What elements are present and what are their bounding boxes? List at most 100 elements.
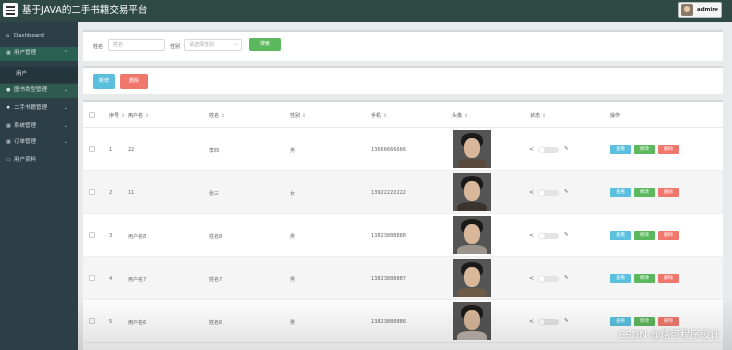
pencil-icon[interactable]: ✎ xyxy=(564,318,569,324)
view-button[interactable]: 查看 xyxy=(610,274,631,283)
status-controls: < ✎ xyxy=(529,232,569,240)
column-header-username[interactable]: 用户名 ⇕ xyxy=(128,112,149,119)
row-checkbox[interactable] xyxy=(89,275,95,281)
sidebar-item-dashboard[interactable]: ⌂ Dashboard xyxy=(0,30,78,44)
edit-button[interactable]: 修改 xyxy=(634,231,655,240)
table-row: 2 11 张三 女 13922222222 < ✎ 查看 修改 删除 xyxy=(83,171,723,214)
status-toggle[interactable] xyxy=(539,319,559,325)
delete-button[interactable]: 删除 xyxy=(658,188,679,197)
pencil-icon[interactable]: ✎ xyxy=(564,146,569,152)
cell-index: 1 xyxy=(109,147,113,153)
status-toggle[interactable] xyxy=(539,190,559,196)
username-label: admin xyxy=(697,7,717,13)
column-header-index[interactable]: 序号 ⇕ xyxy=(109,112,125,119)
share-icon[interactable]: < xyxy=(529,146,534,153)
cell-name: 姓名7 xyxy=(209,277,223,283)
sidebar-item-label: 订单管理 xyxy=(14,139,37,145)
cell-name: 姓名6 xyxy=(209,320,223,326)
cell-phone: 13823888887 xyxy=(371,276,406,282)
gear-icon: ✹ xyxy=(6,105,11,111)
cell-phone: 13922222222 xyxy=(371,190,406,196)
delete-button[interactable]: 删除 xyxy=(658,231,679,240)
column-header-actions: 操作 xyxy=(610,113,621,119)
user-avatar-image xyxy=(453,259,491,297)
view-button[interactable]: 查看 xyxy=(610,231,631,240)
row-checkbox[interactable] xyxy=(89,189,95,195)
gender-label: 性别 xyxy=(170,44,181,50)
cell-gender: 男 xyxy=(290,277,296,283)
edit-button[interactable]: 修改 xyxy=(634,188,655,197)
cell-username: 用户名6 xyxy=(128,320,147,326)
select-all-checkbox[interactable] xyxy=(89,112,95,118)
share-icon[interactable]: < xyxy=(529,275,534,282)
table-row: 1 22 李四 男 13666666666 < ✎ 查看 修改 删除 xyxy=(83,128,723,171)
sidebar-item-user-management[interactable]: ▦ 用户管理 ⌃ xyxy=(0,47,78,61)
share-icon[interactable]: < xyxy=(529,189,534,196)
sidebar-item-used-book-management[interactable]: ✹ 二手书籍管理 ⌄ xyxy=(0,102,78,116)
user-table: 序号 ⇕ 用户名 ⇕ 姓名 ⇕ 性别 ⇕ 手机 ⇕ 头像 ⇕ 状态 ⇕ 操作 1 22 李四 … xyxy=(83,100,723,350)
status-toggle[interactable] xyxy=(539,276,559,282)
chevron-down-icon: ⌄ xyxy=(63,105,68,111)
view-button[interactable]: 查看 xyxy=(610,317,631,326)
cell-phone: 13666666666 xyxy=(371,147,406,153)
sidebar-item-book-type-management[interactable]: ● 图书类型管理 ⌄ xyxy=(0,84,78,98)
chevron-down-icon: ⌄ xyxy=(63,139,68,145)
edit-button[interactable]: 修改 xyxy=(634,145,655,154)
cell-username: 11 xyxy=(128,190,135,196)
cell-gender: 男 xyxy=(290,234,296,240)
view-button[interactable]: 查看 xyxy=(610,188,631,197)
pencil-icon[interactable]: ✎ xyxy=(564,232,569,238)
chevron-down-icon: ⌄ xyxy=(233,41,238,47)
user-menu-button[interactable]: admin ▾ xyxy=(678,2,722,18)
row-checkbox[interactable] xyxy=(89,232,95,238)
cell-name: 李四 xyxy=(209,148,220,154)
name-search-input[interactable]: 姓名 xyxy=(108,39,165,51)
search-button[interactable]: 搜索 xyxy=(249,38,281,51)
cell-name: 张三 xyxy=(209,191,220,197)
edit-button[interactable]: 修改 xyxy=(634,317,655,326)
pencil-icon[interactable]: ✎ xyxy=(564,275,569,281)
column-header-status[interactable]: 状态 ⇕ xyxy=(530,112,546,119)
hamburger-menu-icon[interactable] xyxy=(3,3,18,17)
user-avatar-image xyxy=(453,173,491,211)
table-header: 序号 ⇕ 用户名 ⇕ 姓名 ⇕ 性别 ⇕ 手机 ⇕ 头像 ⇕ 状态 ⇕ 操作 xyxy=(83,102,723,128)
gender-select[interactable]: 请选择性别 ⌄ xyxy=(184,39,242,51)
sidebar-item-label: 用户资料 xyxy=(14,157,37,163)
row-checkbox[interactable] xyxy=(89,146,95,152)
status-controls: < ✎ xyxy=(529,189,569,197)
cell-gender: 男 xyxy=(290,320,296,326)
column-header-gender[interactable]: 性别 ⇕ xyxy=(290,112,306,119)
sidebar-item-order-management[interactable]: ▦ 订单管理 ⌄ xyxy=(0,136,78,150)
batch-delete-button[interactable]: 删除 xyxy=(120,74,148,89)
status-toggle[interactable] xyxy=(539,147,559,153)
cell-name: 姓名8 xyxy=(209,234,223,240)
sidebar-item-system-management[interactable]: ▦ 系统管理 ⌄ xyxy=(0,120,78,134)
cell-index: 5 xyxy=(109,319,113,325)
share-icon[interactable]: < xyxy=(529,232,534,239)
watermark: CSDN @路可程序设计 xyxy=(618,330,720,341)
delete-button[interactable]: 删除 xyxy=(658,317,679,326)
row-checkbox[interactable] xyxy=(89,318,95,324)
edit-button[interactable]: 修改 xyxy=(634,274,655,283)
column-header-phone[interactable]: 手机 ⇕ xyxy=(371,112,387,119)
add-button[interactable]: 新增 xyxy=(93,74,115,89)
cell-username: 用户名8 xyxy=(128,234,147,240)
view-button[interactable]: 查看 xyxy=(610,145,631,154)
delete-button[interactable]: 删除 xyxy=(658,274,679,283)
sidebar-item-label: 用户管理 xyxy=(14,50,37,56)
user-avatar-image xyxy=(453,216,491,254)
cell-phone: 13823888886 xyxy=(371,319,406,325)
user-avatar-image xyxy=(453,302,491,340)
table-row: 4 用户名7 姓名7 男 13823888887 < ✎ 查看 修改 删除 xyxy=(83,257,723,300)
cell-username: 22 xyxy=(128,147,135,153)
share-icon[interactable]: < xyxy=(529,318,534,325)
cell-index: 2 xyxy=(109,190,113,196)
sidebar-item-user-profile[interactable]: ▭ 用户资料 xyxy=(0,154,78,168)
delete-button[interactable]: 删除 xyxy=(658,145,679,154)
status-toggle[interactable] xyxy=(539,233,559,239)
column-header-name[interactable]: 姓名 ⇕ xyxy=(209,112,225,119)
sidebar-subitem-users[interactable]: 用户 xyxy=(0,67,78,83)
column-header-avatar[interactable]: 头像 ⇕ xyxy=(452,112,468,119)
sidebar: ⌂ Dashboard ▦ 用户管理 ⌃ 用户 ● 图书类型管理 ⌄ ✹ 二手书… xyxy=(0,22,78,350)
pencil-icon[interactable]: ✎ xyxy=(564,189,569,195)
